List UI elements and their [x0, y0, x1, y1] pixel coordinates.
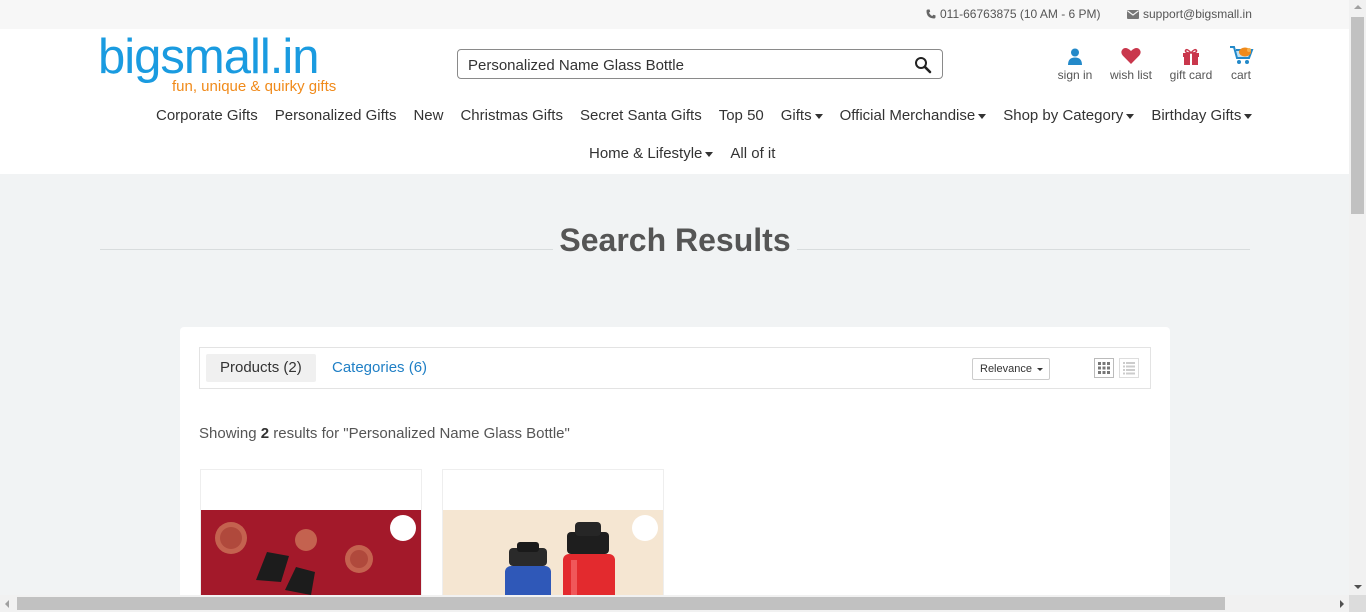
vertical-scroll-thumb[interactable] [1351, 17, 1364, 214]
nav-item-label: Official Merchandise [839, 107, 976, 124]
results-prefix: Showing [199, 425, 261, 442]
wish-list-label: wish list [1109, 68, 1152, 82]
nav-row-primary: Corporate Gifts Personalized Gifts New Chri… [156, 107, 1269, 124]
nav-item-gifts[interactable]: Gifts [781, 107, 823, 124]
chevron-down-icon [705, 151, 714, 157]
nav-item-label: Birthday Gifts [1151, 107, 1242, 124]
scroll-left-icon[interactable] [5, 600, 9, 608]
nav-item-shop-by-category[interactable]: Shop by Category [1003, 107, 1135, 124]
search-icon[interactable] [914, 56, 932, 74]
gift-icon [1166, 43, 1216, 65]
results-summary: Showing 2 results for "Personalized Name… [199, 425, 570, 442]
scroll-down-icon[interactable] [1354, 585, 1362, 589]
sign-in-label: sign in [1057, 68, 1093, 82]
scroll-right-icon[interactable] [1340, 600, 1344, 608]
nav-item-label: Gifts [780, 107, 812, 124]
nav-item-top-50[interactable]: Top 50 [719, 107, 764, 124]
product-card[interactable] [442, 469, 664, 612]
heart-icon [1106, 43, 1156, 65]
cart-icon [1226, 43, 1256, 65]
nav-item-official-merchandise[interactable]: Official Merchandise [840, 107, 987, 124]
tab-categories[interactable]: Categories (6) [318, 354, 441, 382]
nav-item-new[interactable]: New [413, 107, 443, 124]
nav-item-secret-santa-gifts[interactable]: Secret Santa Gifts [580, 107, 702, 124]
nav-item-label: Home & Lifestyle [589, 145, 703, 162]
logo-wordmark: bigsmall.in [98, 30, 319, 84]
title-divider-right [797, 249, 1250, 250]
gift-card-link[interactable]: gift card [1166, 43, 1216, 82]
chevron-down-icon [978, 113, 987, 119]
wish-list-link[interactable]: wish list [1106, 43, 1156, 82]
search-input[interactable] [468, 55, 898, 75]
nav-item-label: Personalized Gifts [274, 107, 397, 124]
list-icon [1123, 362, 1135, 375]
nav-item-label: All of it [730, 145, 776, 162]
nav-item-label: Shop by Category [1003, 107, 1124, 124]
title-divider-left [100, 249, 553, 250]
grid-icon [1098, 362, 1110, 374]
email-address[interactable]: support@bigsmall.in [1143, 7, 1252, 21]
nav-item-christmas-gifts[interactable]: Christmas Gifts [460, 107, 563, 124]
sort-dropdown[interactable]: Relevance [972, 358, 1050, 380]
nav-item-birthday-gifts[interactable]: Birthday Gifts [1151, 107, 1253, 124]
chevron-down-icon [814, 113, 823, 119]
horizontal-scrollbar[interactable] [0, 595, 1349, 612]
cart-link[interactable]: cart [1226, 43, 1256, 82]
nav-item-label: Secret Santa Gifts [579, 107, 702, 124]
nav-item-label: Corporate Gifts [156, 107, 258, 124]
nav-item-label: Christmas Gifts [460, 107, 563, 124]
brand-badge-icon [390, 515, 416, 541]
phone-number: 011-66763875 (10 AM - 6 PM) [940, 7, 1101, 21]
nav-item-all-of-it[interactable]: All of it [730, 145, 775, 162]
page-title: Search Results [559, 222, 791, 258]
envelope-icon [1127, 9, 1139, 19]
nav-item-corporate-gifts[interactable]: Corporate Gifts [156, 107, 258, 124]
nav-item-personalized-gifts[interactable]: Personalized Gifts [275, 107, 397, 124]
email-contact[interactable]: support@bigsmall.in [1127, 7, 1252, 21]
cart-label: cart [1230, 68, 1251, 82]
site-header: bigsmall.in fun, unique & quirky gifts s… [0, 29, 1349, 174]
product-card[interactable] [200, 469, 422, 612]
vertical-scrollbar[interactable] [1349, 0, 1366, 595]
chevron-down-icon [1244, 113, 1253, 119]
page-title-section: Search Results [100, 222, 1250, 262]
user-icon [1056, 43, 1094, 65]
list-view-button[interactable] [1119, 358, 1139, 378]
site-logo[interactable]: bigsmall.in fun, unique & quirky gifts [98, 30, 338, 96]
phone-icon [926, 9, 936, 19]
tab-products[interactable]: Products (2) [206, 354, 316, 382]
scrollbar-corner [1349, 595, 1366, 612]
nav-item-label: New [413, 107, 444, 124]
brand-badge-icon [632, 515, 658, 541]
results-panel: Products (2) Categories (6) Relevance Sh… [180, 327, 1170, 612]
horizontal-scroll-thumb[interactable] [17, 597, 1225, 610]
nav-row-secondary: Home & Lifestyle All of it [589, 145, 792, 162]
top-contact-bar: 011-66763875 (10 AM - 6 PM) support@bigs… [0, 0, 1349, 29]
search-box [457, 49, 943, 79]
results-suffix: results for "Personalized Name Glass Bot… [269, 425, 570, 442]
results-toolbar: Products (2) Categories (6) Relevance [199, 347, 1151, 389]
sign-in-link[interactable]: sign in [1056, 43, 1094, 82]
gift-card-label: gift card [1169, 68, 1213, 82]
results-count: 2 [260, 425, 270, 442]
chevron-down-icon [1036, 368, 1043, 371]
logo-tagline: fun, unique & quirky gifts [172, 78, 337, 95]
chevron-down-icon [1126, 113, 1135, 119]
nav-item-label: Top 50 [718, 107, 764, 124]
sort-value: Relevance [980, 363, 1032, 375]
scroll-up-icon[interactable] [1354, 5, 1362, 9]
nav-item-home-lifestyle[interactable]: Home & Lifestyle [589, 145, 714, 162]
phone-contact: 011-66763875 (10 AM - 6 PM) [926, 7, 1101, 21]
grid-view-button[interactable] [1094, 358, 1114, 378]
